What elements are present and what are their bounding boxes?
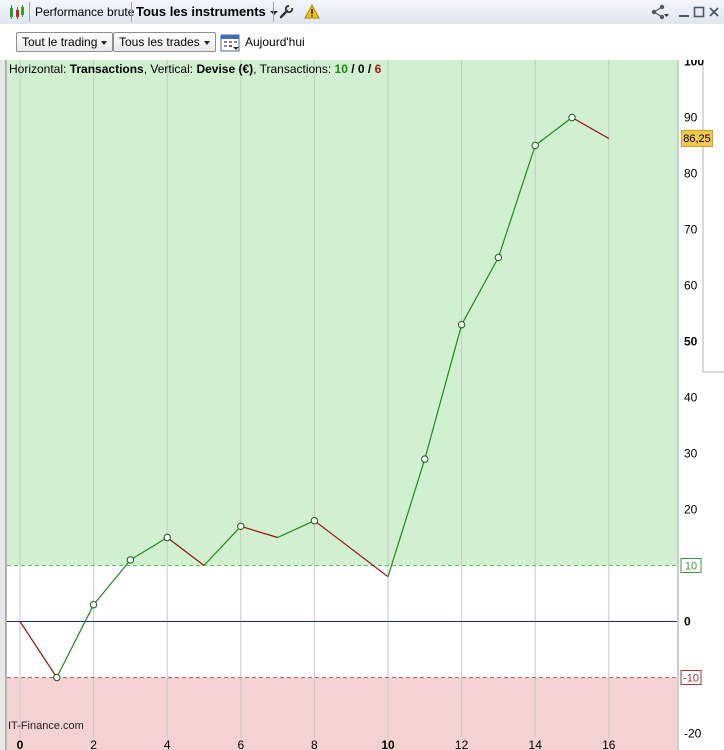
- upper-threshold-label: 10: [685, 561, 697, 573]
- right-panel-edge: [703, 60, 724, 372]
- vertical-label: , Vertical:: [143, 62, 194, 76]
- wins-count: 10: [334, 62, 348, 76]
- data-point: [126, 556, 135, 564]
- y-tick-label: 60: [684, 279, 698, 293]
- instrument-select[interactable]: Tous les instruments: [136, 0, 278, 24]
- wrench-icon[interactable]: [278, 4, 294, 20]
- y-tick-label: 70: [684, 223, 698, 237]
- x-tick-label: 10: [381, 738, 395, 750]
- count-separator: /: [347, 62, 358, 76]
- toolbar: Tout le trading Tous les trades Aujourd'…: [0, 24, 724, 60]
- data-point: [457, 321, 466, 329]
- data-point: [531, 141, 539, 150]
- data-point: [494, 253, 503, 262]
- y-tick-label: 80: [684, 167, 698, 181]
- horizontal-label: Horizontal:: [9, 62, 67, 76]
- data-point: [163, 533, 171, 542]
- minimize-icon[interactable]: [678, 4, 690, 20]
- data-point: [53, 673, 61, 682]
- loss-segment: [19, 621, 58, 678]
- chart-icon[interactable]: [8, 4, 26, 20]
- trades-select-label: Tous les trades: [119, 35, 200, 49]
- x-tick-label: 2: [90, 738, 97, 750]
- close-icon[interactable]: [708, 4, 720, 20]
- titlebar-divider: [273, 2, 274, 22]
- left-panel-edge: [0, 60, 6, 750]
- x-tick-label: 8: [311, 738, 318, 750]
- titlebar-divider: [131, 2, 132, 22]
- x-tick-label: 12: [455, 738, 469, 750]
- x-tick-label: 4: [164, 738, 171, 750]
- y-tick-label: -20: [684, 727, 702, 741]
- y-tick-label: 50: [684, 335, 698, 349]
- data-point: [421, 455, 429, 463]
- gain-segment: [56, 604, 95, 678]
- data-point: [237, 522, 245, 530]
- count-separator: /: [364, 62, 375, 76]
- x-tick-label: 0: [17, 738, 24, 750]
- gain-zone: [7, 60, 677, 566]
- losses-count: 6: [374, 62, 382, 76]
- gain-segment: [93, 559, 131, 606]
- today-button[interactable]: Aujourd'hui: [245, 35, 305, 49]
- performance-chart: 1009080706050403020100-10-2010-100246810…: [0, 60, 724, 750]
- lower-threshold-label: -10: [683, 673, 699, 685]
- titlebar-divider: [29, 2, 30, 22]
- chevron-down-icon: [101, 40, 108, 45]
- loss-zone: [7, 677, 677, 750]
- y-tick-label: 0: [684, 615, 691, 629]
- plot-area: 1009080706050403020100-10-2010-100246810…: [7, 60, 704, 750]
- period-select[interactable]: Tout le trading: [16, 32, 114, 52]
- watermark: IT-Finance.com: [8, 720, 84, 732]
- y-tick-label: 100: [684, 60, 704, 69]
- y-tick-label: 30: [684, 447, 698, 461]
- chevron-down-icon: [203, 40, 210, 45]
- share-icon[interactable]: [650, 4, 670, 20]
- horizontal-value: Transactions: [69, 62, 144, 76]
- data-point: [310, 517, 319, 525]
- chart-info-line: Horizontal: Transactions, Vertical: Devi…: [9, 62, 381, 76]
- data-point: [568, 113, 576, 122]
- calendar-icon[interactable]: [220, 32, 240, 55]
- vertical-value: Devise (€): [196, 62, 254, 76]
- transactions-label: , Transactions:: [253, 62, 332, 76]
- period-select-label: Tout le trading: [22, 35, 98, 49]
- title-bar: Performance brute Tous les instruments: [0, 0, 724, 25]
- window-title: Performance brute: [35, 5, 135, 19]
- y-tick-label: 90: [684, 111, 698, 125]
- maximize-icon[interactable]: [693, 4, 705, 20]
- x-tick-label: 14: [529, 738, 543, 750]
- data-point: [89, 601, 98, 609]
- x-tick-label: 16: [602, 738, 616, 750]
- warning-icon[interactable]: [304, 3, 320, 20]
- neutral-count: 0: [357, 62, 365, 76]
- y-tick-label: 20: [684, 503, 698, 517]
- x-tick-label: 6: [237, 738, 244, 750]
- last-value-tag: 86,25: [681, 130, 713, 147]
- trades-select[interactable]: Tous les trades: [113, 32, 216, 52]
- y-tick-label: 40: [684, 391, 698, 405]
- instrument-select-label: Tous les instruments: [136, 4, 266, 19]
